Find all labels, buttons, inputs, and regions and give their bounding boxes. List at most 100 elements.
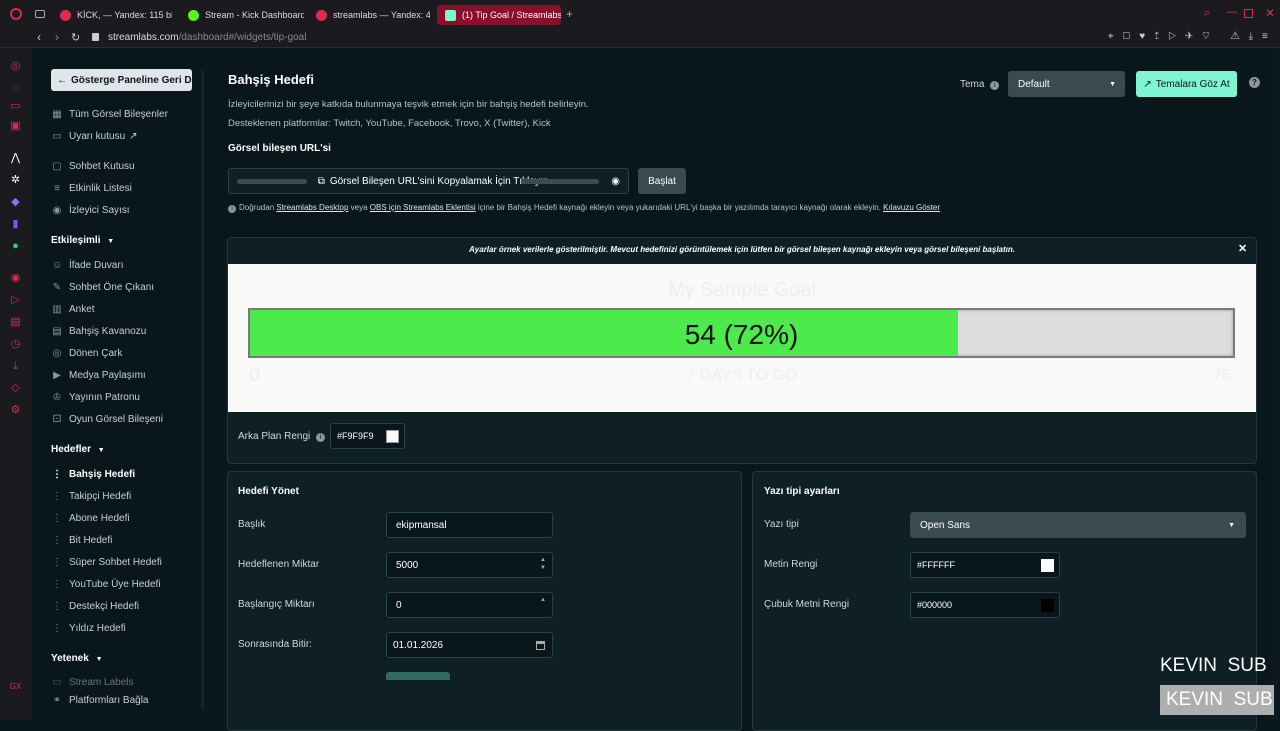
history-icon[interactable]: ◷ xyxy=(9,338,22,351)
widget-url-field[interactable]: ⧉ Görsel Bileşen URL'sini Kopyalamak İçin… xyxy=(228,168,629,194)
show-guide-link[interactable]: Kılavuzu Göster xyxy=(883,203,940,212)
sidebar-item-stream-boss[interactable]: ♔ Yayının Patronu xyxy=(51,389,140,405)
reload-icon[interactable]: ↻ xyxy=(71,31,80,44)
goal-icon: ⋮ xyxy=(52,534,62,546)
sidebar-item-connect-platforms[interactable]: ⚭ Platformları Bağla xyxy=(51,692,149,708)
arc-icon[interactable]: ⋀ xyxy=(9,152,22,165)
browser-tab-bar: KİCK, — Yandex: 115 bin s Stream - Kick … xyxy=(0,0,1280,28)
goal-bar-track: 54 (72%) xyxy=(248,308,1235,358)
speed-dial-icon[interactable]: ◎ xyxy=(9,60,22,73)
theme-select[interactable]: Default ▼ xyxy=(1008,71,1125,97)
wallet-icon[interactable]: ▤ xyxy=(9,316,22,329)
sidebar-item-tip-goal[interactable]: ⋮ Bahşiş Hedefi xyxy=(51,466,135,482)
sidebar-item-supporter-goal[interactable]: ⋮ Destekçi Hedefi xyxy=(51,598,139,614)
chevron-down-icon: ▼ xyxy=(1109,80,1116,88)
twitch-icon[interactable]: ▮ xyxy=(9,218,22,231)
sidebar-scrollbar[interactable] xyxy=(201,70,204,710)
close-notice-icon[interactable]: ✕ xyxy=(1238,242,1247,255)
player-icon[interactable]: ◉ xyxy=(9,272,22,285)
sidebar-item-stream-labels[interactable]: ▭ Stream Labels xyxy=(51,674,133,690)
sidebar-item-label: YouTube Üye Hedefi xyxy=(69,578,161,590)
sidebar-item-bit-goal[interactable]: ⋮ Bit Hedefi xyxy=(51,532,112,548)
eye-icon[interactable]: ◉ xyxy=(611,176,620,187)
calendar-icon[interactable] xyxy=(536,640,545,650)
font-family-select[interactable]: Open Sans ▼ xyxy=(910,512,1246,538)
discord-icon[interactable]: ◆ xyxy=(9,196,22,209)
sidebar-item-poll[interactable]: ▥ Anket xyxy=(51,301,94,317)
obs-plugin-link[interactable]: OBS için Streamlabs Eklentisi xyxy=(370,203,476,212)
copy-icon: ⧉ xyxy=(317,175,325,187)
sidebar-item-star-goal[interactable]: ⋮ Yıldız Hedefi xyxy=(51,620,126,636)
bar-text-color-value: #000000 xyxy=(917,600,953,610)
maximize-icon[interactable] xyxy=(1244,9,1253,18)
back-icon[interactable]: ‹ xyxy=(37,30,41,44)
text-color-field[interactable]: #FFFFFF xyxy=(910,552,1060,578)
whatsapp-icon[interactable]: ● xyxy=(9,240,22,253)
save-button-partial[interactable] xyxy=(386,672,450,680)
tab-title: streamlabs — Yandex: 4 s xyxy=(333,10,430,20)
browser-tab-active[interactable]: (1) Tip Goal / Streamlabs xyxy=(437,5,561,25)
sidebar-item-superchat-goal[interactable]: ⋮ Süper Sohbet Hedefi xyxy=(51,554,162,570)
stepper-icon[interactable]: ▲ ▼ xyxy=(540,556,546,572)
close-window-icon[interactable]: ✕ xyxy=(1265,6,1275,20)
sidebar-group-interactive[interactable]: Etkileşimli ▼ xyxy=(51,235,114,246)
sidebar-item-spin-wheel[interactable]: ◎ Dönen Çark xyxy=(51,345,123,361)
toolbar-icons[interactable]: ⌖▢♥↥▷✈♡ ⚠⤓≡ xyxy=(1108,31,1277,42)
sidebar-item-all-widgets[interactable]: ▦ Tüm Görsel Bileşenler xyxy=(51,106,168,122)
background-color-field[interactable]: #F9F9F9 xyxy=(330,423,405,449)
minimize-icon[interactable]: — xyxy=(1226,6,1237,18)
gx-icon[interactable]: GX xyxy=(9,680,22,693)
sidebar-item-chat-box[interactable]: ▢ Sohbet Kutusu xyxy=(51,158,134,174)
info-icon[interactable]: i xyxy=(316,433,326,442)
color-swatch[interactable] xyxy=(1041,558,1054,572)
sidebar-item-alert-box[interactable]: ▭ Uyarı kutusu ↗ xyxy=(51,128,137,144)
forward-icon[interactable]: › xyxy=(55,30,59,44)
start-widget-button[interactable]: Başlat xyxy=(638,168,686,194)
opera-logo-icon[interactable] xyxy=(10,8,22,20)
sidebar-item-game-widget[interactable]: ⚀ Oyun Görsel Bileşeni xyxy=(51,411,163,427)
settings-icon[interactable]: ⚙ xyxy=(9,404,22,417)
extensions-icon[interactable]: ◇ xyxy=(9,382,22,395)
ai-icon[interactable]: ✲ xyxy=(9,174,22,187)
bar-text-color-field[interactable]: #000000 xyxy=(910,592,1060,618)
goal-icon: ⋮ xyxy=(52,556,62,568)
chat-app-icon[interactable]: ▭ xyxy=(9,100,22,113)
info-text: veya xyxy=(350,203,368,212)
messenger-icon[interactable]: ◌ xyxy=(9,82,22,95)
main-scrollbar[interactable] xyxy=(1271,48,1279,720)
sidebar-item-follower-goal[interactable]: ⋮ Takipçi Hedefi xyxy=(51,488,131,504)
search-icon[interactable]: ⌕ xyxy=(1204,7,1210,20)
sidebar-item-tip-jar[interactable]: ▤ Bahşiş Kavanozu xyxy=(51,323,146,339)
color-swatch[interactable] xyxy=(386,429,399,443)
sidebar-group-goals[interactable]: Hedefler ▼ xyxy=(51,444,105,455)
color-swatch[interactable] xyxy=(1041,598,1054,612)
sidebar-item-emote-wall[interactable]: ☺ İfade Duvarı xyxy=(51,257,124,273)
music-icon[interactable]: ▣ xyxy=(9,120,22,133)
browser-tab[interactable]: Stream - Kick Dashboard xyxy=(180,5,304,25)
sidebar-item-sub-goal[interactable]: ⋮ Abone Hedefi xyxy=(51,510,130,526)
goal-days-left: 7 DAYS TO GO xyxy=(686,367,798,384)
help-icon[interactable]: ? xyxy=(1249,77,1260,88)
sidebar-item-youtube-member-goal[interactable]: ⋮ YouTube Üye Hedefi xyxy=(51,576,161,592)
workspaces-icon[interactable] xyxy=(35,10,45,18)
stepper-icon[interactable]: ▲ xyxy=(540,596,546,604)
start-amount-input[interactable]: 0 ▲ xyxy=(386,592,553,618)
browser-tab[interactable]: streamlabs — Yandex: 4 s xyxy=(308,5,430,25)
download-icon[interactable]: ⤓ xyxy=(9,360,22,373)
back-to-dashboard-button[interactable]: ← Gösterge Paneline Geri Dön xyxy=(51,69,204,91)
end-date-input[interactable]: 01.01.2026 xyxy=(386,632,553,658)
sidebar-item-event-list[interactable]: ≡ Etkinlik Listesi xyxy=(51,180,132,196)
target-amount-input[interactable]: 5000 ▲ ▼ xyxy=(386,552,553,578)
url-text[interactable]: streamlabs.com/dashboard#/widgets/tip-go… xyxy=(108,32,306,43)
sidebar-item-viewer-count[interactable]: ◉ İzleyici Sayısı xyxy=(51,202,130,218)
sidebar-item-chat-highlight[interactable]: ✎ Sohbet Öne Çıkanı xyxy=(51,279,154,295)
browser-tab[interactable]: KİCK, — Yandex: 115 bin s xyxy=(52,5,172,25)
streamlabs-desktop-link[interactable]: Streamlabs Desktop xyxy=(276,203,348,212)
send-icon[interactable]: ▷ xyxy=(9,294,22,307)
new-tab-icon[interactable]: + xyxy=(566,7,573,21)
sidebar-group-talent[interactable]: Yetenek ▼ xyxy=(51,653,103,664)
sidebar-item-media-share[interactable]: ▶ Medya Paylaşımı xyxy=(51,367,146,383)
goal-title-input[interactable]: ekipmansal xyxy=(386,512,553,538)
browse-themes-button[interactable]: ↗ Temalara Göz At xyxy=(1136,71,1237,97)
info-icon[interactable]: i xyxy=(990,81,1000,90)
